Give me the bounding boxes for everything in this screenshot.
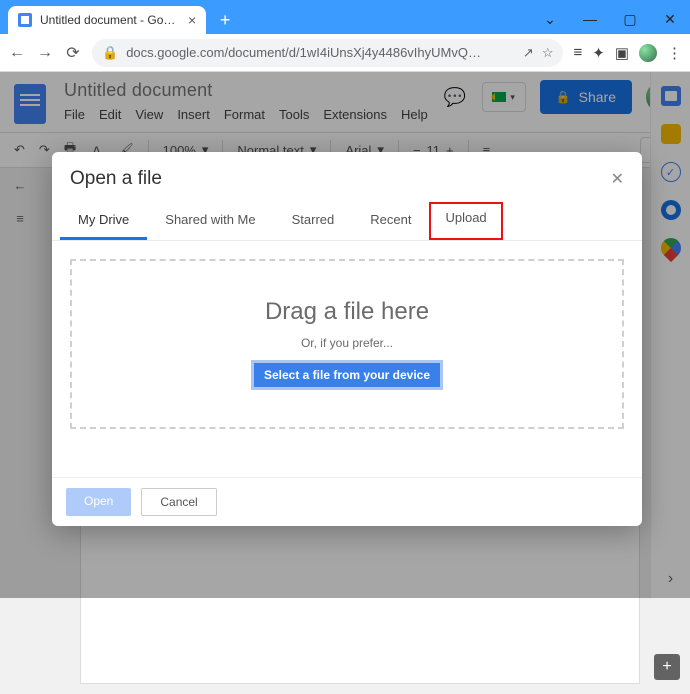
extension-icon[interactable]: ✦ — [592, 44, 605, 62]
open-file-dialog: Open a file ✕ My Drive Shared with Me St… — [52, 152, 642, 526]
browser-url-bar: ← → ⟳ 🔒 docs.google.com/document/d/1wI4i… — [0, 34, 690, 72]
docs-favicon-icon — [18, 13, 32, 27]
share-url-icon[interactable]: ↗ — [523, 45, 534, 61]
new-tab-button[interactable]: + — [212, 7, 238, 33]
select-file-button[interactable]: Select a file from your device — [251, 360, 443, 390]
modal-title: Open a file — [70, 168, 162, 190]
modal-footer: Open Cancel — [52, 477, 642, 526]
tab-recent[interactable]: Recent — [352, 204, 429, 240]
forward-button[interactable]: → — [36, 44, 54, 62]
reload-button[interactable]: ⟳ — [64, 43, 82, 63]
explore-widget-button[interactable]: + — [654, 654, 680, 680]
picker-tabs: My Drive Shared with Me Starred Recent U… — [52, 198, 642, 241]
dropzone-container: Drag a file here Or, if you prefer... Se… — [52, 241, 642, 477]
modal-close-button[interactable]: ✕ — [611, 169, 624, 189]
tab-upload[interactable]: Upload — [429, 202, 502, 240]
tab-my-drive[interactable]: My Drive — [60, 204, 147, 240]
address-bar[interactable]: 🔒 docs.google.com/document/d/1wI4iUnsXj4… — [92, 39, 563, 67]
cancel-button[interactable]: Cancel — [141, 488, 216, 516]
window-caret-icon[interactable]: ⌄ — [530, 4, 570, 34]
extension-icons: ≡ ✦ ▣ ⋮ — [573, 44, 682, 62]
profile-avatar-icon[interactable] — [639, 44, 657, 62]
extensions-puzzle-icon[interactable]: ▣ — [615, 44, 629, 62]
browser-tab[interactable]: Untitled document - Google Docs × — [8, 6, 206, 34]
dropzone-headline: Drag a file here — [265, 298, 429, 326]
docs-app: Untitled document File Edit View Insert … — [0, 72, 690, 598]
reading-list-icon[interactable]: ≡ — [573, 44, 582, 61]
window-close-button[interactable]: ✕ — [650, 4, 690, 34]
window-minimize-button[interactable]: — — [570, 4, 610, 34]
lock-icon: 🔒 — [102, 45, 118, 61]
tab-close-icon[interactable]: × — [188, 12, 196, 28]
open-button[interactable]: Open — [66, 488, 131, 516]
url-text: docs.google.com/document/d/1wI4iUnsXj4y4… — [126, 45, 515, 60]
dropzone-subtext: Or, if you prefer... — [301, 336, 393, 350]
window-controls: ⌄ — ▢ ✕ — [530, 4, 690, 34]
chrome-menu-icon[interactable]: ⋮ — [667, 44, 682, 62]
tab-starred[interactable]: Starred — [274, 204, 353, 240]
bookmark-star-icon[interactable]: ☆ — [542, 45, 554, 61]
browser-title-bar: Untitled document - Google Docs × + ⌄ — … — [0, 0, 690, 34]
tab-shared-with-me[interactable]: Shared with Me — [147, 204, 273, 240]
tab-title: Untitled document - Google Docs — [40, 13, 180, 27]
window-maximize-button[interactable]: ▢ — [610, 4, 650, 34]
back-button[interactable]: ← — [8, 44, 26, 62]
modal-header: Open a file ✕ — [52, 152, 642, 198]
file-dropzone[interactable]: Drag a file here Or, if you prefer... Se… — [70, 259, 624, 429]
